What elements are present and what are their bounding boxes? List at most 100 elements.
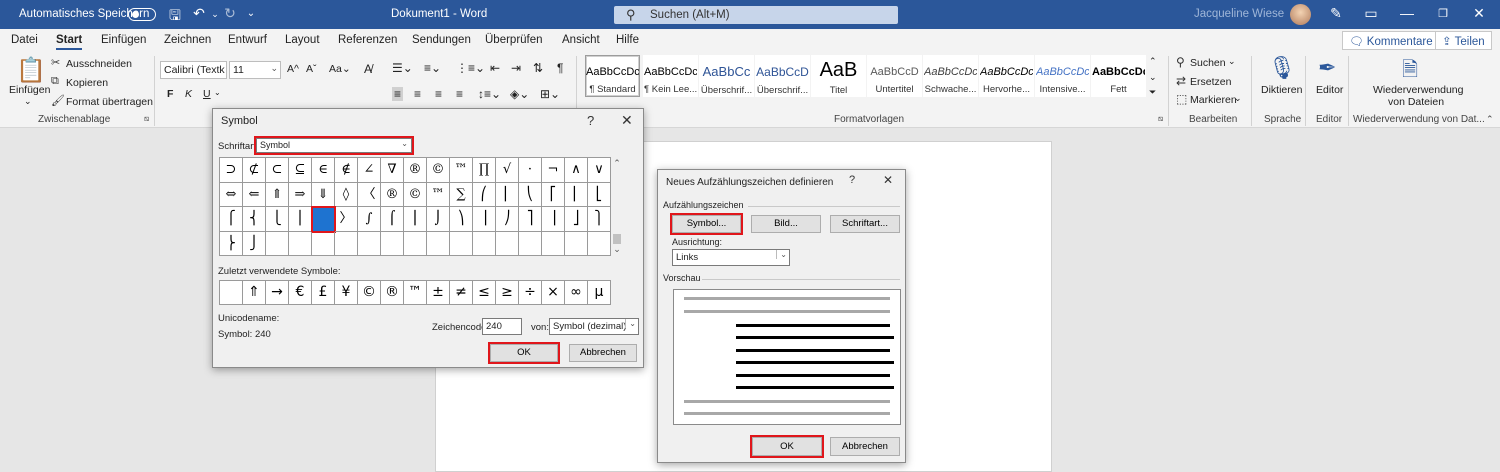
recent-symbol-cell[interactable]: ©	[358, 281, 381, 305]
alignment-select[interactable]: Links ⌄	[672, 249, 790, 266]
select-dropdown-icon[interactable]: ⌄	[1234, 93, 1242, 104]
symbol-cell[interactable]: ⎮	[404, 207, 427, 232]
gallery-more-icon[interactable]: ⏷	[1149, 87, 1156, 98]
shrink-font-icon[interactable]: Aˇ	[306, 63, 317, 75]
recent-symbol-cell[interactable]: ™	[404, 281, 427, 305]
reuse-label-2[interactable]: von Dateien	[1388, 96, 1444, 108]
dictate-label[interactable]: Diktieren	[1261, 84, 1302, 96]
borders-icon[interactable]: ⊞⌄	[540, 87, 560, 101]
recent-symbol-cell[interactable]: ¥	[335, 281, 358, 305]
tab-einfuegen[interactable]: Einfügen	[101, 34, 146, 46]
symbol-cell[interactable]: ⎜	[496, 182, 519, 207]
image-button[interactable]: Bild...	[751, 215, 821, 233]
symbol-cell[interactable]: ⎠	[496, 207, 519, 232]
symbol-cell[interactable]: ∉	[335, 158, 358, 183]
symbol-cell[interactable]: ⊄	[243, 158, 266, 183]
bullets-icon[interactable]: ☰⌄	[392, 61, 413, 75]
symbol-cell[interactable]: ∈	[312, 158, 335, 183]
symbol-cell[interactable]	[588, 231, 611, 256]
style-fett[interactable]: AaBbCcDc Fett	[1091, 55, 1146, 97]
tab-referenzen[interactable]: Referenzen	[338, 34, 397, 46]
comments-button[interactable]: 🗨 Kommentare	[1342, 31, 1440, 50]
customize-toolbar-icon[interactable]: ⌄	[242, 8, 260, 19]
autosave-toggle[interactable]	[128, 8, 156, 21]
format-painter-label[interactable]: Format übertragen	[66, 96, 153, 108]
symbol-cell[interactable]	[289, 231, 312, 256]
symbol-cell[interactable]: ©	[404, 182, 427, 207]
recent-symbol-cell[interactable]: ≠	[450, 281, 473, 305]
align-left-icon[interactable]: ≡	[392, 87, 404, 101]
recent-symbol-cell[interactable]: ∞	[565, 281, 588, 305]
symbol-cell[interactable]: ⇓	[312, 182, 335, 207]
recent-symbol-cell[interactable]: ×	[542, 281, 565, 305]
symbol-cell[interactable]: ∇	[381, 158, 404, 183]
copy-label[interactable]: Kopieren	[66, 77, 108, 89]
multilevel-list-icon[interactable]: ⋮≡⌄	[456, 61, 485, 75]
recent-symbol-cell[interactable]: ®	[381, 281, 404, 305]
symbol-cell[interactable]: ⎦	[565, 207, 588, 232]
ok-button[interactable]: OK	[488, 342, 560, 364]
search-box[interactable]: ⚲ Suchen (Alt+M)	[614, 6, 898, 24]
decrease-indent-icon[interactable]: ⇤	[490, 61, 500, 75]
pilcrow-icon[interactable]: ¶	[557, 61, 563, 75]
recent-symbol-cell[interactable]: £	[312, 281, 335, 305]
paste-dropdown-icon[interactable]: ⌄	[24, 96, 32, 107]
symbol-cell[interactable]: ⎨	[243, 207, 266, 232]
style-intensive-hervorhebung[interactable]: AaBbCcDc Intensive...	[1035, 55, 1090, 97]
tab-ueberpruefen[interactable]: Überprüfen	[485, 34, 543, 46]
symbol-cell[interactable]: ⎢	[565, 182, 588, 207]
symbol-cell[interactable]: ⎫	[588, 207, 611, 232]
minimize-icon[interactable]: —	[1398, 5, 1416, 21]
symbol-cell[interactable]	[312, 231, 335, 256]
help-icon[interactable]: ?	[587, 113, 594, 128]
font-name-combo[interactable]: Calibri (Textk	[160, 61, 227, 79]
style-hervorhebung[interactable]: AaBbCcDc Hervorhe...	[979, 55, 1034, 97]
style-titel[interactable]: AaB Titel	[811, 55, 866, 97]
style-schwache-hervorhebung[interactable]: AaBbCcDc Schwache...	[923, 55, 978, 97]
bold-button[interactable]: F	[167, 88, 173, 100]
symbol-cell[interactable]: ·	[519, 158, 542, 183]
tab-ansicht[interactable]: Ansicht	[562, 34, 600, 46]
symbol-cell[interactable]: ⎞	[450, 207, 473, 232]
symbol-button[interactable]: Symbol...	[670, 213, 743, 235]
tab-sendungen[interactable]: Sendungen	[412, 34, 471, 46]
cancel-button[interactable]: Abbrechen	[830, 437, 900, 456]
symbol-cell[interactable]: ⎝	[519, 182, 542, 207]
font-select[interactable]: Symbol ⌄	[254, 136, 414, 155]
underline-button[interactable]: U	[203, 88, 211, 100]
symbol-cell[interactable]	[311, 206, 336, 233]
from-select[interactable]: Symbol (dezimal) ⌄	[549, 318, 639, 335]
user-name[interactable]: Jacqueline Wiese	[1194, 8, 1284, 20]
symbol-cell[interactable]: ◊	[335, 182, 358, 207]
symbol-cell[interactable]	[473, 231, 496, 256]
save-icon[interactable]: 🖫	[166, 5, 184, 29]
style-ueberschrift-2[interactable]: AaBbCcD Überschrif...	[755, 55, 810, 97]
help-icon[interactable]: ?	[849, 174, 855, 186]
symbol-cell[interactable]: ©	[427, 158, 450, 183]
italic-button[interactable]: K	[185, 88, 192, 100]
style-ueberschrift-1[interactable]: AaBbCc Überschrif...	[699, 55, 754, 97]
tab-zeichnen[interactable]: Zeichnen	[164, 34, 211, 46]
recent-symbol-cell[interactable]: ÷	[519, 281, 542, 305]
symbol-cell[interactable]: ⎟	[473, 207, 496, 232]
align-right-icon[interactable]: ≡	[435, 87, 442, 101]
copy-icon[interactable]: ⧉	[51, 75, 59, 88]
font-button[interactable]: Schriftart...	[830, 215, 900, 233]
symbol-cell[interactable]: √	[496, 158, 519, 183]
tab-datei[interactable]: Datei	[11, 34, 38, 46]
underline-dropdown-icon[interactable]: ⌄	[214, 88, 221, 97]
symbol-cell[interactable]: ⎬	[220, 231, 243, 256]
symbol-cell[interactable]: ⇔	[220, 182, 243, 207]
symbol-cell[interactable]: ⇐	[243, 182, 266, 207]
style-standard[interactable]: AaBbCcDc ¶ Standard	[585, 55, 640, 97]
find-icon[interactable]: ⚲	[1176, 55, 1185, 69]
symbol-grid-scrollbar[interactable]: ⌃ ⌄	[611, 157, 623, 256]
ok-button[interactable]: OK	[750, 435, 824, 458]
recent-symbol-cell[interactable]: µ	[588, 281, 611, 305]
clear-format-icon[interactable]: A̸	[364, 62, 372, 76]
cut-icon[interactable]: ✂	[51, 56, 60, 69]
symbol-cell[interactable]: ∧	[565, 158, 588, 183]
symbol-cell[interactable]: 〈	[358, 182, 381, 207]
recent-symbol-cell[interactable]: ⇑	[243, 281, 266, 305]
align-center-icon[interactable]: ≡	[414, 87, 421, 101]
